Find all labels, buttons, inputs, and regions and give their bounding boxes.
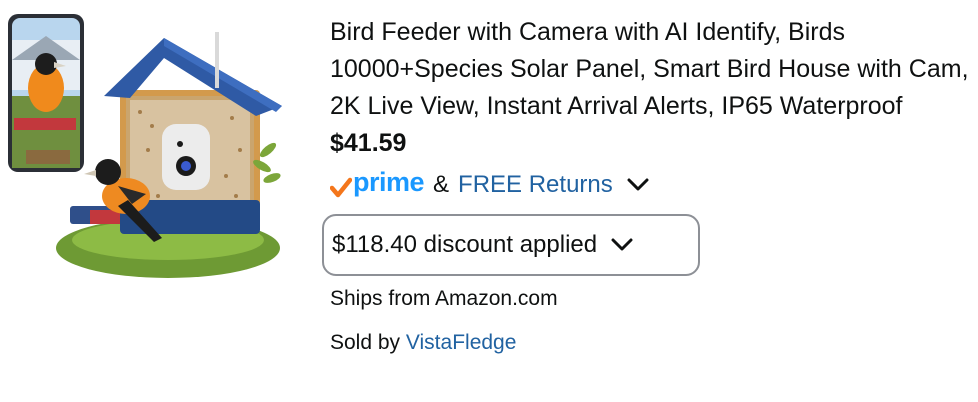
free-returns-link[interactable]: FREE Returns: [458, 171, 613, 199]
chevron-down-icon: [611, 238, 633, 252]
chevron-down-icon: [627, 178, 649, 191]
bird-feeder-image: [8, 14, 282, 278]
discount-applied-button[interactable]: $118.40 discount applied: [322, 214, 700, 276]
ships-from-text: Ships from Amazon.com: [330, 287, 558, 310]
sold-by-label: Sold by: [330, 331, 401, 354]
product-price: $41.59: [330, 129, 407, 157]
product-image[interactable]: [0, 0, 290, 290]
ampersand-text: &: [433, 171, 450, 198]
product-card: Bird Feeder with Camera with AI Identify…: [0, 0, 978, 402]
prime-row: prime & FREE Returns: [329, 167, 975, 202]
sold-by-row: Sold by VistaFledge: [330, 328, 975, 358]
product-details: Bird Feeder with Camera with AI Identify…: [322, 14, 975, 358]
product-title[interactable]: Bird Feeder with Camera with AI Identify…: [330, 14, 975, 125]
discount-text: $118.40 discount applied: [332, 231, 598, 258]
check-icon: [329, 177, 353, 199]
seller-link[interactable]: VistaFledge: [406, 331, 517, 354]
free-returns-toggle[interactable]: [627, 178, 649, 192]
prime-logo: prime: [353, 167, 425, 197]
